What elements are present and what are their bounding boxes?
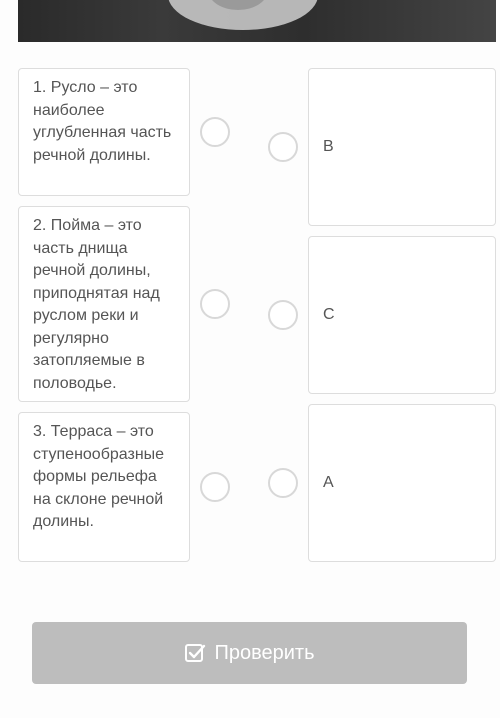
statement-2-connector-radio[interactable] <box>200 289 230 319</box>
statement-card-2[interactable]: 2. Пойма – это часть днища речной долины… <box>18 206 190 402</box>
statement-card-1[interactable]: 1. Русло – это наиболее углубленная част… <box>18 68 190 196</box>
statement-card-3[interactable]: 3. Терраса – это ступенообразные формы р… <box>18 412 190 562</box>
statement-text: 1. Русло – это наиболее углубленная част… <box>33 79 172 164</box>
answer-card-2[interactable]: C <box>308 236 496 394</box>
statement-3-connector-radio[interactable] <box>200 472 230 502</box>
answer-2-connector-radio[interactable] <box>268 300 298 330</box>
answer-card-1[interactable]: B <box>308 68 496 226</box>
statement-text: 2. Пойма – это часть днища речной долины… <box>33 217 160 392</box>
check-button[interactable]: Проверить <box>32 622 467 684</box>
answer-3-connector-radio[interactable] <box>268 468 298 498</box>
checkbox-check-icon <box>184 642 206 664</box>
answer-text: C <box>323 306 335 323</box>
answer-1-connector-radio[interactable] <box>268 132 298 162</box>
answer-text: A <box>323 474 334 491</box>
answer-card-3[interactable]: A <box>308 404 496 562</box>
header-image <box>18 0 496 42</box>
check-button-label: Проверить <box>214 641 315 664</box>
answer-text: B <box>323 138 334 155</box>
statement-text: 3. Терраса – это ступенообразные формы р… <box>33 423 165 530</box>
statement-1-connector-radio[interactable] <box>200 117 230 147</box>
